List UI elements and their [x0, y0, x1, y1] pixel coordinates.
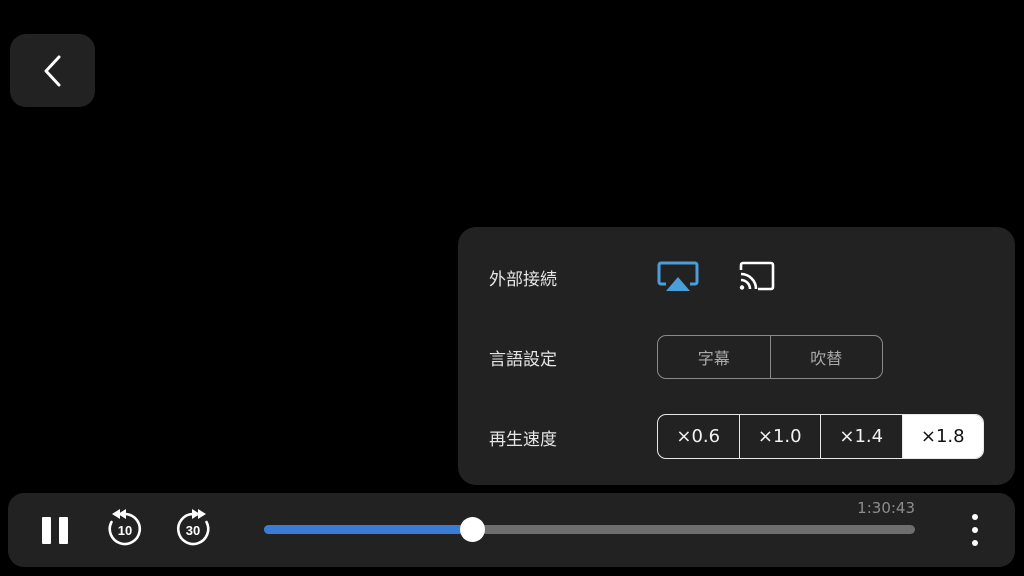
language-settings-label: 言語設定	[489, 350, 557, 370]
seek-bar[interactable]	[264, 517, 915, 542]
subtitle-option[interactable]: 字幕	[658, 336, 770, 378]
speed-option-1-0[interactable]: ×1.0	[738, 415, 821, 458]
speed-option-1-4[interactable]: ×1.4	[820, 415, 902, 458]
speed-segmented-control: ×0.6 ×1.0 ×1.4 ×1.8	[657, 414, 984, 459]
pause-button[interactable]	[40, 515, 70, 545]
pause-icon	[42, 517, 51, 544]
back-button[interactable]	[10, 34, 95, 107]
seek-bar-progress	[264, 525, 473, 534]
forward-30-button[interactable]: 30	[173, 508, 213, 548]
video-player-screen: 外部接続 言語設定 字幕 吹替 再生速度 ×0.6 ×1.0 ×1.4 ×1.8	[0, 0, 1024, 576]
player-control-bar: 10 30 1:30:43	[8, 493, 1015, 567]
rewind-seconds-label: 10	[118, 523, 132, 538]
chevron-left-icon	[44, 55, 60, 86]
seek-bar-thumb[interactable]	[460, 517, 486, 542]
dubbing-option[interactable]: 吹替	[769, 336, 883, 378]
language-segmented-control: 字幕 吹替	[657, 335, 883, 379]
settings-panel: 外部接続 言語設定 字幕 吹替 再生速度 ×0.6 ×1.0 ×1.4 ×1.8	[458, 227, 1015, 485]
external-connection-label: 外部接続	[489, 270, 557, 290]
cast-icon[interactable]	[738, 261, 776, 291]
forward-seconds-label: 30	[186, 523, 200, 538]
rewind-10-button[interactable]: 10	[105, 508, 145, 548]
airplay-icon[interactable]	[657, 260, 699, 294]
forward-icon: 30	[177, 509, 210, 546]
more-vertical-icon	[972, 514, 978, 520]
rewind-icon: 10	[108, 509, 141, 546]
speed-option-0-6[interactable]: ×0.6	[658, 415, 739, 458]
more-options-button[interactable]	[966, 513, 986, 547]
remaining-time: 1:30:43	[857, 499, 915, 517]
playback-speed-label: 再生速度	[489, 430, 557, 450]
speed-option-1-8[interactable]: ×1.8	[901, 415, 983, 458]
